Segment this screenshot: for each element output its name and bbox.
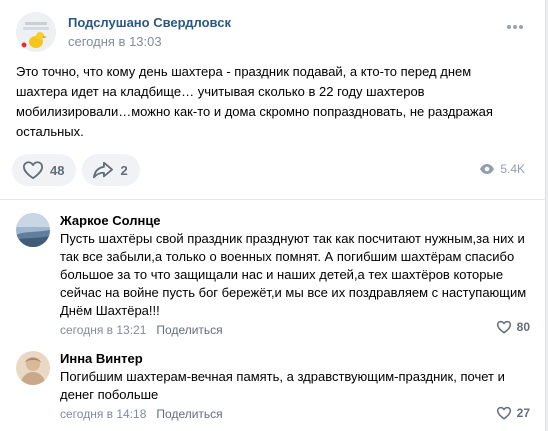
share-count: 2 xyxy=(120,162,128,178)
comment-item: Жаркое Солнце Пусть шахтёры свой праздни… xyxy=(16,213,530,343)
views-count: 5.4K xyxy=(500,162,525,176)
more-options-icon[interactable] xyxy=(507,24,523,30)
commenter-avatar[interactable] xyxy=(16,351,50,385)
heart-icon xyxy=(22,161,43,180)
commenter-avatar[interactable] xyxy=(16,213,50,247)
comment-text: Погибшим шахтерам-вечная память, а здрав… xyxy=(60,369,505,402)
eye-icon xyxy=(480,164,495,174)
sky-photo-icon xyxy=(16,213,50,247)
comment-item: Инна Винтер Погибшим шахтерам-вечная пам… xyxy=(16,351,530,423)
user-photo-icon xyxy=(16,351,50,385)
like-button[interactable]: 48 xyxy=(12,154,77,186)
post-actions: 48 2 xyxy=(12,154,140,186)
post-text: Это точно, что кому день шахтера - празд… xyxy=(16,64,493,139)
commenter-name[interactable]: Жаркое Солнце xyxy=(60,213,530,229)
post-author-name[interactable]: Подслушано Свердловск xyxy=(68,14,231,31)
community-avatar[interactable] xyxy=(16,12,56,52)
comment-like-count: 80 xyxy=(516,320,530,334)
comment-time[interactable]: сегодня в 13:21 xyxy=(60,322,146,338)
share-icon xyxy=(93,161,114,179)
comment-text: Пусть шахтёры свой праздник празднуют та… xyxy=(60,231,527,318)
heart-icon xyxy=(496,406,511,420)
post-card: Подслушано Свердловск сегодня в 13:03 Эт… xyxy=(0,0,546,431)
like-count: 48 xyxy=(50,162,65,178)
comment-like-button[interactable]: 80 xyxy=(496,320,530,334)
views-counter: 5.4K xyxy=(479,162,525,176)
community-logo-icon xyxy=(16,12,56,52)
comment-like-count: 27 xyxy=(516,406,530,420)
comment-share-link[interactable]: Поделиться xyxy=(156,322,222,338)
heart-icon xyxy=(496,320,511,334)
comment-time[interactable]: сегодня в 14:18 xyxy=(60,406,146,422)
post-time[interactable]: сегодня в 13:03 xyxy=(68,33,231,50)
comment-share-link[interactable]: Поделиться xyxy=(156,406,222,422)
comments-divider xyxy=(0,199,546,200)
comment-like-button[interactable]: 27 xyxy=(496,406,530,420)
commenter-name[interactable]: Инна Винтер xyxy=(60,351,530,367)
post-header: Подслушано Свердловск сегодня в 13:03 xyxy=(16,12,231,52)
share-button[interactable]: 2 xyxy=(82,154,140,186)
